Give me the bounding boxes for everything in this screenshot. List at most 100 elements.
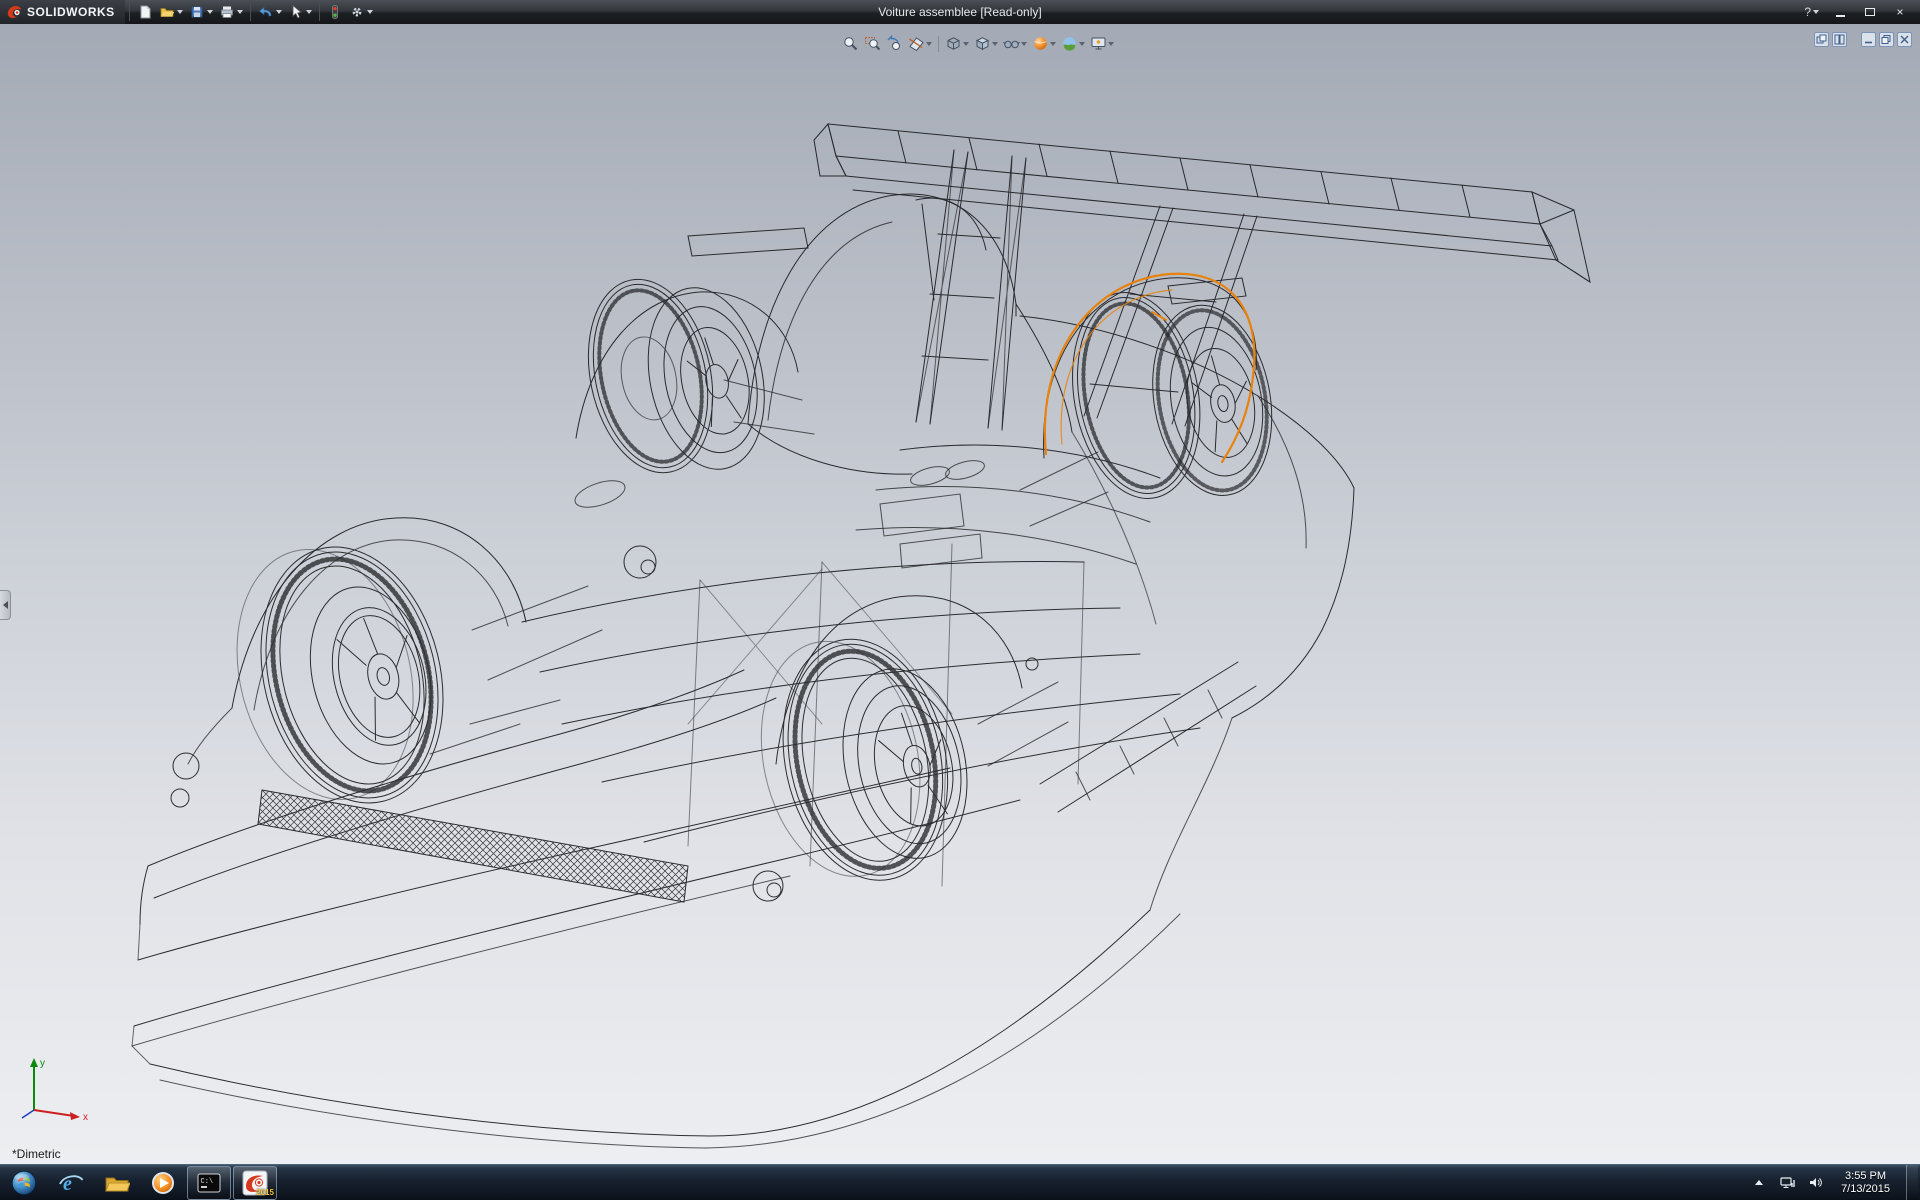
taskbar-windows-explorer[interactable] [95,1166,139,1200]
highlighted-edge[interactable] [1045,274,1255,462]
taskbar-command-prompt[interactable]: C:\ [187,1166,231,1200]
doc-cascade-button[interactable] [1814,32,1829,47]
left-panel-flyout[interactable] [0,590,11,620]
toolbar-separator [319,3,320,21]
undo-button[interactable] [255,2,285,22]
internet-explorer-icon: e [58,1170,84,1196]
view-settings-caret[interactable] [1108,42,1114,46]
select-button[interactable] [285,2,315,22]
hide-show-items-icon [1003,35,1020,52]
new-document-icon [137,4,153,20]
print-dropdown-caret[interactable] [237,10,243,14]
previous-view-icon [886,35,903,52]
view-settings-icon [1090,35,1107,52]
window-controls: ? × [1799,4,1920,21]
solidworks-year-badge: 2015 [256,1188,274,1197]
desktop: SOLIDWORKS [0,0,1920,1200]
rear-wing[interactable] [814,124,1590,282]
volume-tray-icon[interactable] [1805,1171,1825,1195]
select-dropdown-caret[interactable] [306,10,312,14]
tile-icon [1834,34,1845,45]
apply-scene-caret[interactable] [1079,42,1085,46]
doc-restore-icon [1881,34,1892,45]
network-icon [1780,1175,1795,1190]
select-cursor-icon [288,4,304,20]
front-left-wheel[interactable] [212,524,469,828]
apply-scene-icon [1061,35,1078,52]
flyout-arrow-icon [3,601,8,609]
hud-separator [938,36,939,52]
hidden-icons-caret-icon [1755,1180,1763,1185]
folder-icon [104,1170,130,1196]
undo-dropdown-caret[interactable] [276,10,282,14]
view-orientation-button[interactable] [943,33,971,54]
options-button[interactable] [346,2,376,22]
view-settings-button[interactable] [1088,33,1116,54]
front-right-wheel[interactable] [571,257,780,492]
network-tray-icon[interactable] [1777,1171,1797,1195]
print-icon [219,4,235,20]
doc-close-button[interactable] [1897,32,1912,47]
clock-time: 3:55 PM [1841,1170,1890,1183]
open-button[interactable] [156,2,186,22]
minimize-button[interactable] [1826,4,1854,21]
zoom-to-area-icon [864,35,881,52]
help-dropdown-caret[interactable] [1813,10,1819,14]
document-window-controls [1804,32,1912,47]
help-label: ? [1804,5,1811,19]
save-icon [189,4,205,20]
titlebar: SOLIDWORKS [0,0,1920,24]
display-style-icon [974,35,991,52]
show-desktop-button[interactable] [1906,1165,1918,1200]
save-dropdown-caret[interactable] [207,10,213,14]
hide-show-items-caret[interactable] [1021,42,1027,46]
view-orientation-icon [945,35,962,52]
display-style-button[interactable] [972,33,1000,54]
taskbar-clock[interactable]: 3:55 PM 7/13/2015 [1833,1170,1898,1196]
open-folder-icon [159,4,175,20]
edit-appearance-caret[interactable] [1050,42,1056,46]
show-hidden-icons-button[interactable] [1749,1171,1769,1195]
window-title: Voiture assemblee [Read-only] [878,5,1041,19]
doc-minimize-button[interactable] [1861,32,1876,47]
section-view-icon [908,35,925,52]
close-button[interactable]: × [1886,4,1914,21]
print-button[interactable] [216,2,246,22]
windows-start-icon [11,1170,37,1196]
undo-icon [258,4,274,20]
taskbar-internet-explorer[interactable]: e [49,1166,93,1200]
maximize-button[interactable] [1856,4,1884,21]
start-button[interactable] [1,1166,47,1200]
doc-tile-button[interactable] [1832,32,1847,47]
apply-scene-button[interactable] [1059,33,1087,54]
orientation-label: *Dimetric [12,1147,61,1161]
rear-left-wheel[interactable] [741,617,987,900]
section-view-caret[interactable] [926,42,932,46]
rebuild-icon [327,4,343,20]
help-button[interactable]: ? [1799,5,1824,19]
previous-view-button[interactable] [884,33,905,54]
taskbar: e C:\ [0,1164,1920,1200]
cascade-icon [1816,34,1827,45]
hide-show-items-button[interactable] [1001,33,1029,54]
zoom-to-fit-button[interactable] [840,33,861,54]
taskbar-media-player[interactable] [141,1166,185,1200]
solidworks-logo-icon [6,4,22,20]
view-orientation-caret[interactable] [963,42,969,46]
graphics-viewport[interactable]: y x *Dimetric [0,24,1920,1164]
rebuild-button[interactable] [324,2,346,22]
minimize-icon [1836,15,1845,17]
zoom-to-area-button[interactable] [862,33,883,54]
doc-restore-button[interactable] [1879,32,1894,47]
open-dropdown-caret[interactable] [177,10,183,14]
display-style-caret[interactable] [992,42,998,46]
toolbar-separator [129,3,130,21]
save-button[interactable] [186,2,216,22]
new-document-button[interactable] [134,2,156,22]
section-view-button[interactable] [906,33,934,54]
car-wireframe-model[interactable] [0,24,1920,1164]
taskbar-solidworks[interactable]: 2015 [233,1166,277,1200]
edit-appearance-button[interactable] [1030,33,1058,54]
doc-close-icon [1899,34,1910,45]
options-dropdown-caret[interactable] [367,10,373,14]
